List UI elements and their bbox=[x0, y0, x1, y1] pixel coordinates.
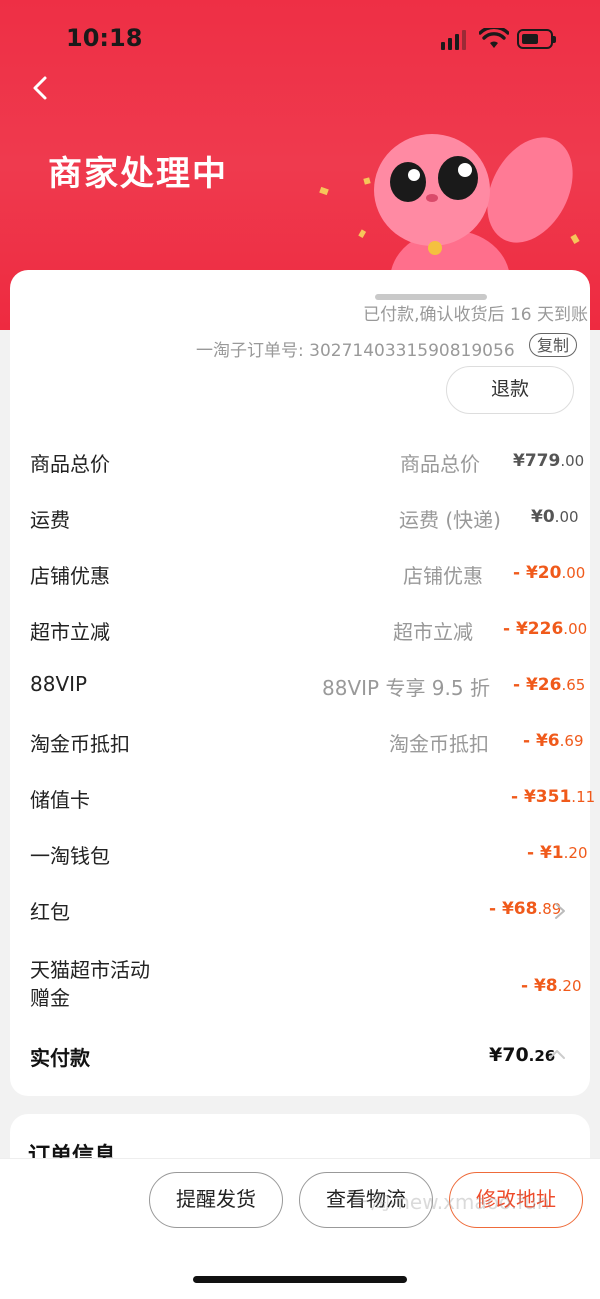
row-amount: - ¥68.89 bbox=[489, 899, 562, 919]
row-amount: ¥0.00 bbox=[531, 507, 579, 527]
copy-button[interactable]: 复制 bbox=[529, 333, 577, 357]
row-desc: 淘金币抵扣 bbox=[389, 732, 489, 756]
row-tmall-bonus: 天猫超市活动 赠金 - ¥8.20 bbox=[10, 956, 590, 1012]
row-label: 超市立减 bbox=[30, 620, 110, 644]
page-title: 商家处理中 bbox=[48, 154, 228, 194]
total-label: 实付款 bbox=[30, 1046, 90, 1070]
row-desc: 运费 (快递) bbox=[399, 508, 501, 532]
row-label: 商品总价 bbox=[30, 452, 110, 476]
row-amount: - ¥8.20 bbox=[521, 976, 582, 996]
total-amount: ¥70.26 bbox=[489, 1044, 556, 1066]
row-label: 红包 bbox=[30, 900, 70, 924]
row-goods-total: 商品总价 商品总价 ¥779.00 bbox=[10, 434, 590, 490]
row-88vip: 88VIP 88VIP 专享 9.5 折 - ¥26.65 bbox=[10, 658, 590, 714]
battery-icon bbox=[517, 29, 556, 49]
row-amount: - ¥226.00 bbox=[503, 619, 588, 639]
refund-button[interactable]: 退款 bbox=[446, 366, 574, 414]
watermark: 一淘-new.xmaoo.fun bbox=[350, 1190, 550, 1214]
row-amount: - ¥351.11 bbox=[511, 787, 596, 807]
paid-status-note: 已付款,确认收货后 16 天到账 bbox=[363, 305, 588, 325]
row-amount: ¥779.00 bbox=[513, 451, 585, 471]
row-amount: - ¥20.00 bbox=[513, 563, 586, 583]
row-desc: 店铺优惠 bbox=[403, 564, 483, 588]
row-desc: 商品总价 bbox=[400, 452, 480, 476]
row-wallet: 一淘钱包 - ¥1.20 bbox=[10, 826, 590, 882]
home-indicator[interactable] bbox=[193, 1276, 407, 1283]
row-label: 运费 bbox=[30, 508, 70, 532]
row-label: 店铺优惠 bbox=[30, 564, 110, 588]
row-label: 88VIP bbox=[30, 672, 88, 696]
row-label: 天猫超市活动 赠金 bbox=[30, 958, 150, 1010]
row-desc: 超市立减 bbox=[393, 620, 473, 644]
cellular-signal-icon bbox=[441, 30, 469, 50]
back-chevron-icon[interactable] bbox=[26, 70, 56, 106]
status-bar: 10:18 bbox=[0, 0, 600, 80]
row-shop-discount: 店铺优惠 店铺优惠 - ¥20.00 bbox=[10, 546, 590, 602]
row-label: 储值卡 bbox=[30, 788, 90, 812]
remind-shipping-button[interactable]: 提醒发货 bbox=[149, 1172, 283, 1228]
sub-order-number: 一淘子订单号: 3027140331590819056 bbox=[196, 341, 515, 361]
row-shipping: 运费 运费 (快递) ¥0.00 bbox=[10, 490, 590, 546]
row-red-packet[interactable]: 红包 - ¥68.89 bbox=[10, 882, 590, 938]
row-supermarket-discount: 超市立减 超市立减 - ¥226.00 bbox=[10, 602, 590, 658]
row-label: 淘金币抵扣 bbox=[30, 732, 130, 756]
row-stored-value-card: 储值卡 - ¥351.11 bbox=[10, 770, 595, 826]
chevron-up-icon[interactable] bbox=[548, 1048, 566, 1060]
row-amount: - ¥1.20 bbox=[527, 843, 588, 863]
row-desc: 88VIP 专享 9.5 折 bbox=[322, 676, 490, 700]
row-amount: - ¥26.65 bbox=[513, 675, 586, 695]
row-total-paid[interactable]: 实付款 ¥70.26 bbox=[10, 1028, 590, 1084]
status-time: 10:18 bbox=[66, 24, 143, 52]
row-coin-deduction: 淘金币抵扣 淘金币抵扣 - ¥6.69 bbox=[10, 714, 590, 770]
wifi-icon bbox=[479, 28, 509, 48]
row-amount: - ¥6.69 bbox=[523, 731, 584, 751]
row-label: 一淘钱包 bbox=[30, 844, 110, 868]
chevron-right-icon[interactable] bbox=[554, 902, 566, 920]
